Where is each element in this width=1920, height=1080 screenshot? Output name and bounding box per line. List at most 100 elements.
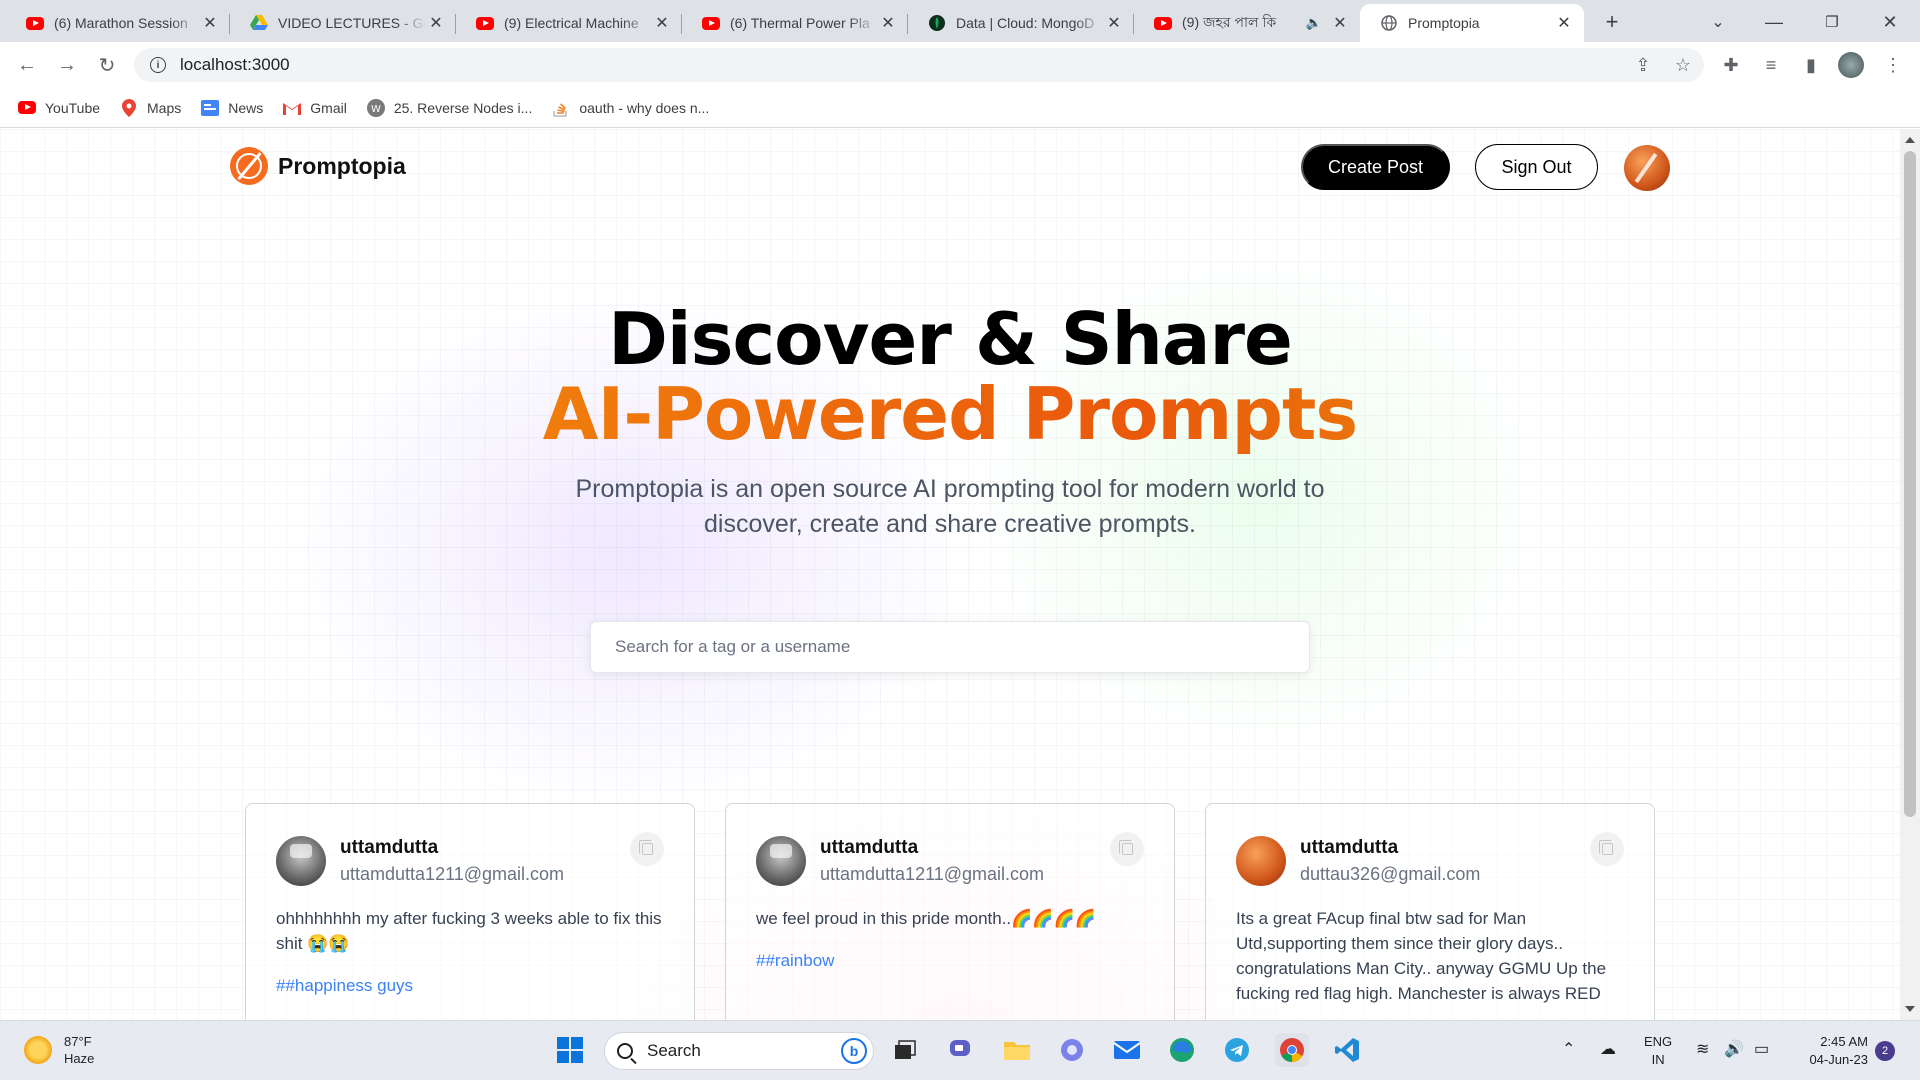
url-text[interactable]: localhost:3000 bbox=[180, 55, 290, 75]
card-username[interactable]: uttamdutta bbox=[1300, 836, 1590, 860]
youtube-icon bbox=[476, 14, 494, 32]
reload-icon[interactable]: ↻ bbox=[92, 50, 122, 80]
extensions-puzzle-icon[interactable]: ✚ bbox=[1718, 52, 1744, 78]
media-queue-icon[interactable]: ≡ bbox=[1758, 52, 1784, 78]
copilot-app-icon[interactable] bbox=[1055, 1033, 1089, 1067]
share-icon[interactable]: ⇪ bbox=[1630, 52, 1656, 78]
user-avatar[interactable] bbox=[1236, 836, 1286, 886]
profile-avatar-icon[interactable] bbox=[1838, 52, 1864, 78]
copy-icon[interactable] bbox=[1590, 832, 1624, 866]
cloud-offline-icon[interactable]: ☁ bbox=[1600, 1039, 1616, 1059]
browser-tab[interactable]: (6) Marathon Session ✕ bbox=[6, 4, 230, 42]
search-input[interactable] bbox=[590, 621, 1310, 673]
bing-icon[interactable]: b bbox=[841, 1038, 867, 1064]
scrollbar-thumb[interactable] bbox=[1904, 151, 1916, 817]
close-icon[interactable]: ✕ bbox=[652, 13, 672, 33]
search-icon bbox=[617, 1043, 633, 1059]
restore-icon[interactable]: ❐ bbox=[1816, 6, 1848, 38]
bookmark-star-icon[interactable]: ☆ bbox=[1670, 52, 1696, 78]
hero-subtitle-gradient: AI-Powered Prompts bbox=[0, 372, 1900, 456]
tab-search-chevron-icon[interactable]: ⌄ bbox=[1702, 6, 1734, 38]
weather-widget[interactable]: 87°F Haze bbox=[24, 1033, 94, 1067]
google-drive-icon bbox=[250, 14, 268, 32]
youtube-icon bbox=[1154, 14, 1172, 32]
weather-temp: 87°F bbox=[64, 1034, 92, 1049]
app-logo[interactable]: Promptopia bbox=[230, 147, 406, 185]
windows-start-icon[interactable] bbox=[553, 1033, 587, 1067]
back-arrow-icon[interactable]: ← bbox=[12, 50, 42, 80]
bookmark-reverse-nodes[interactable]: W 25. Reverse Nodes i... bbox=[366, 98, 532, 117]
bookmark-news[interactable]: News bbox=[201, 99, 263, 117]
browser-tab[interactable]: (9) Electrical Machine ✕ bbox=[456, 4, 682, 42]
copy-icon[interactable] bbox=[1110, 832, 1144, 866]
create-post-button[interactable]: Create Post bbox=[1301, 144, 1450, 190]
browser-tab[interactable]: (6) Thermal Power Pla ✕ bbox=[682, 4, 908, 42]
taskbar-search[interactable]: Search b bbox=[604, 1032, 874, 1070]
address-bar[interactable]: i localhost:3000 bbox=[134, 48, 1704, 82]
card-prompt-text: Its a great FAcup final btw sad for Man … bbox=[1236, 909, 1607, 1003]
edge-browser-icon[interactable] bbox=[1165, 1033, 1199, 1067]
card-username[interactable]: uttamdutta bbox=[820, 836, 1110, 860]
bookmark-gmail[interactable]: Gmail bbox=[283, 99, 347, 117]
window-close-icon[interactable]: ✕ bbox=[1874, 6, 1906, 38]
battery-icon[interactable]: ▭ bbox=[1754, 1039, 1769, 1059]
teams-chat-icon[interactable] bbox=[944, 1033, 978, 1067]
vscode-icon[interactable] bbox=[1330, 1033, 1364, 1067]
close-icon[interactable]: ✕ bbox=[1104, 13, 1124, 33]
close-icon[interactable]: ✕ bbox=[426, 13, 446, 33]
bookmarks-bar: YouTube Maps News Gmail W 25. Reverse No… bbox=[0, 88, 1920, 128]
tab-title: Promptopia bbox=[1408, 15, 1480, 31]
scroll-up-arrow-icon[interactable] bbox=[1905, 137, 1915, 143]
hero-description: Promptopia is an open source AI promptin… bbox=[575, 475, 1325, 538]
card-tag[interactable]: ##happiness guys bbox=[276, 976, 664, 996]
system-clock[interactable]: 2:45 AM 04-Jun-23 bbox=[1796, 1033, 1868, 1069]
task-view-icon[interactable] bbox=[888, 1033, 922, 1067]
file-explorer-icon[interactable] bbox=[1000, 1033, 1034, 1067]
chrome-icon[interactable] bbox=[1275, 1033, 1309, 1067]
close-icon[interactable]: ✕ bbox=[878, 13, 898, 33]
site-info-icon[interactable]: i bbox=[150, 57, 166, 73]
forward-arrow-icon[interactable]: → bbox=[52, 50, 82, 80]
new-tab-plus-icon[interactable]: + bbox=[1596, 6, 1628, 38]
user-avatar[interactable] bbox=[276, 836, 326, 886]
wifi-icon[interactable]: ≋ bbox=[1696, 1039, 1709, 1059]
telegram-icon[interactable] bbox=[1220, 1033, 1254, 1067]
copy-icon[interactable] bbox=[630, 832, 664, 866]
maps-pin-icon bbox=[120, 98, 138, 117]
close-icon[interactable]: ✕ bbox=[1330, 13, 1350, 33]
page-scrollbar[interactable] bbox=[1900, 129, 1920, 1020]
sign-out-button[interactable]: Sign Out bbox=[1475, 144, 1598, 190]
promptopia-logo-icon bbox=[230, 147, 268, 185]
notification-badge[interactable]: 2 bbox=[1875, 1041, 1895, 1061]
browser-tab-active[interactable]: Promptopia ✕ bbox=[1360, 4, 1584, 42]
stackoverflow-icon bbox=[552, 99, 570, 117]
close-icon[interactable]: ✕ bbox=[200, 13, 220, 33]
scroll-down-arrow-icon[interactable] bbox=[1905, 1006, 1915, 1012]
windows-taskbar: 87°F Haze Search b ⌃ ☁ ENG IN ≋ � bbox=[0, 1020, 1920, 1080]
bookmark-youtube[interactable]: YouTube bbox=[18, 99, 100, 117]
more-menu-icon[interactable]: ⋮ bbox=[1880, 52, 1906, 78]
volume-icon[interactable]: 🔊 bbox=[1724, 1039, 1744, 1059]
speaker-icon[interactable]: 🔈 bbox=[1304, 13, 1324, 33]
user-avatar[interactable] bbox=[1624, 145, 1670, 191]
hero-title: Discover & Share bbox=[608, 297, 1293, 381]
card-prompt-text: ohhhhhhhh my after fucking 3 weeks able … bbox=[276, 909, 662, 953]
card-tag[interactable]: ##rainbow bbox=[756, 951, 1144, 971]
show-hidden-icons-chevron-icon[interactable]: ⌃ bbox=[1562, 1039, 1575, 1059]
language-indicator[interactable]: ENG IN bbox=[1644, 1033, 1672, 1069]
prompt-card: uttamdutta uttamdutta1211@gmail.com ohhh… bbox=[245, 803, 695, 1020]
side-panel-icon[interactable]: ▮ bbox=[1798, 52, 1824, 78]
minimize-icon[interactable]: — bbox=[1758, 6, 1790, 38]
bookmark-oauth[interactable]: oauth - why does n... bbox=[552, 99, 709, 117]
globe-icon bbox=[1380, 14, 1398, 32]
browser-tab[interactable]: (9) জহর পাল কি 🔈 ✕ bbox=[1134, 4, 1360, 42]
close-icon[interactable]: ✕ bbox=[1554, 13, 1574, 33]
svg-text:W: W bbox=[371, 104, 381, 115]
browser-tab[interactable]: VIDEO LECTURES - Go ✕ bbox=[230, 4, 456, 42]
browser-tab[interactable]: Data | Cloud: MongoD ✕ bbox=[908, 4, 1134, 42]
mail-icon[interactable] bbox=[1110, 1033, 1144, 1067]
bookmark-maps[interactable]: Maps bbox=[120, 98, 181, 117]
user-avatar[interactable] bbox=[756, 836, 806, 886]
card-username[interactable]: uttamdutta bbox=[340, 836, 630, 860]
weather-haze-icon bbox=[24, 1036, 52, 1064]
